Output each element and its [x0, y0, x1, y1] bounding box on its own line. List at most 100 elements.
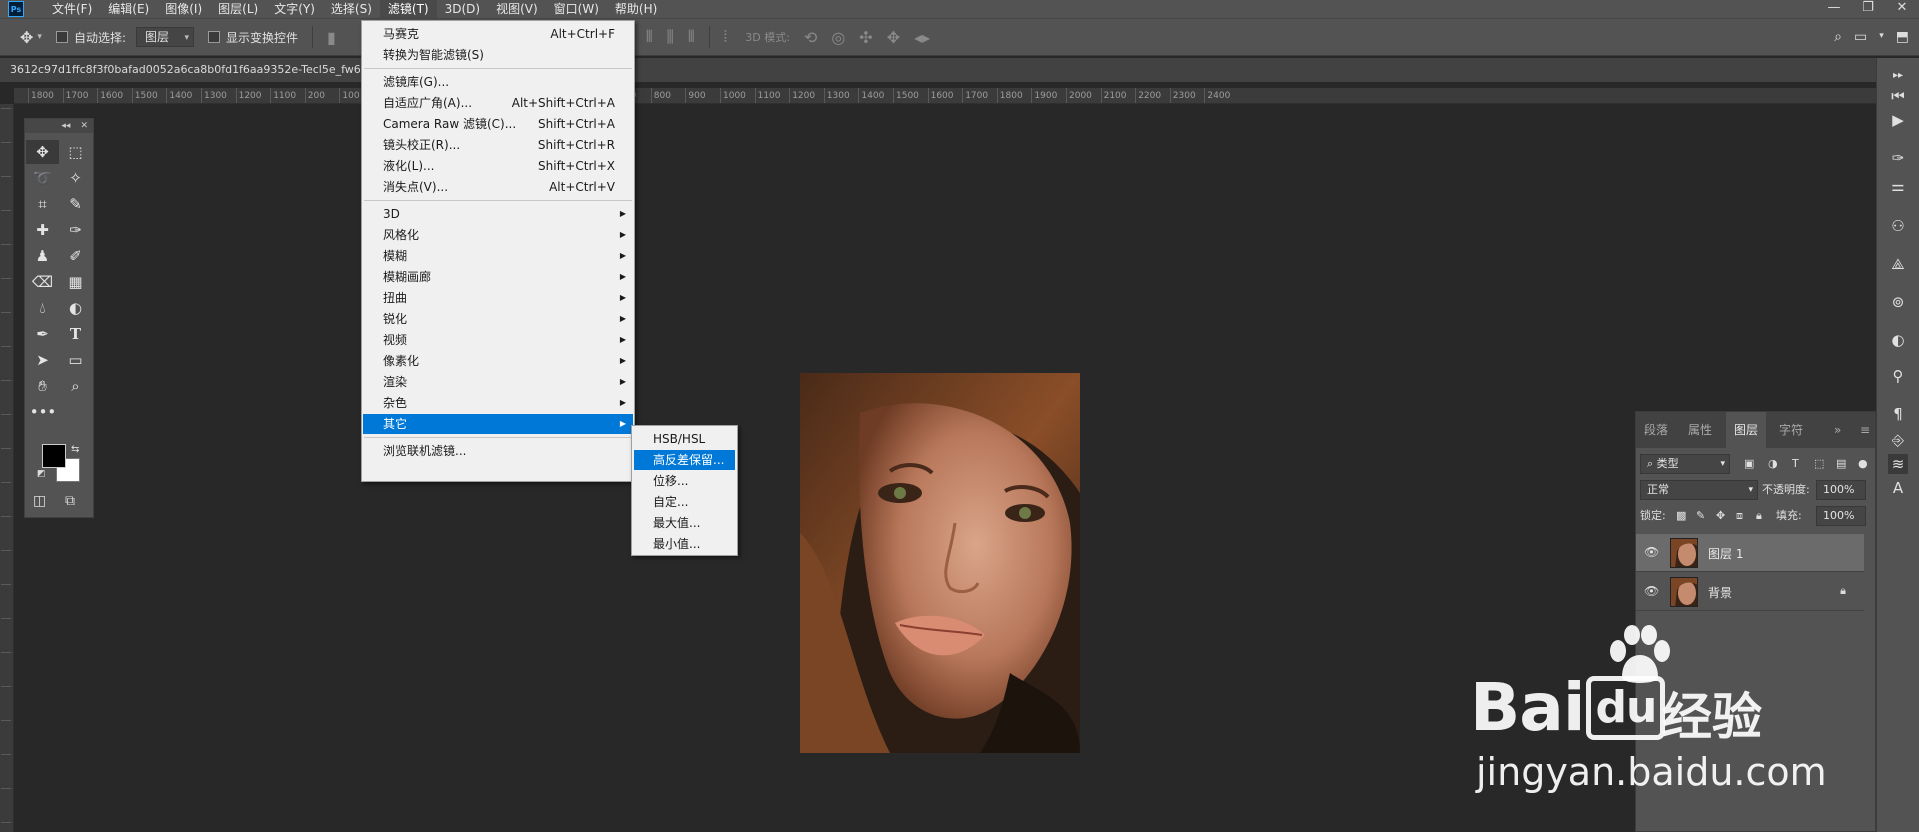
submenu-item[interactable]: 最小值... [634, 534, 735, 554]
character-icon[interactable]: A [1888, 478, 1908, 498]
3d-roll-icon[interactable]: ◎ [831, 28, 845, 47]
visibility-eye-icon[interactable]: 👁︎ [1644, 584, 1659, 598]
filter-menu-item[interactable]: 马赛克 Alt+Ctrl+F [363, 24, 633, 44]
lock-artboard-icon[interactable]: ⧈ [1736, 506, 1743, 526]
screen-mode-icon[interactable]: ⧉ [65, 493, 75, 509]
lock-pixels-icon[interactable]: ✎ [1696, 506, 1705, 526]
close-icon[interactable]: ✕ [80, 121, 88, 131]
lock-icon[interactable]: 🔒︎ [1840, 584, 1846, 598]
distribute-v-icon[interactable]: ⫴ [688, 27, 695, 47]
filter-menu-item[interactable]: 杂色 ▶ [363, 393, 633, 413]
lock-transparent-icon[interactable]: ▩ [1676, 506, 1686, 526]
filter-menu-item[interactable]: 像素化 ▶ [363, 351, 633, 371]
share-icon[interactable]: ⬒ [1896, 29, 1909, 45]
lock-all-icon[interactable]: 🔒︎ [1756, 506, 1762, 526]
crop-tool-icon[interactable]: ⌗ [26, 192, 59, 216]
filter-menu-item[interactable]: 扭曲 ▶ [363, 288, 633, 308]
tool-preset-chevron-icon[interactable]: ▾ [37, 32, 42, 42]
auto-select-dropdown[interactable]: 图层 ▾ [135, 27, 194, 47]
filter-smart-object-icon[interactable]: ▤ [1836, 454, 1846, 474]
auto-select-checkbox[interactable] [55, 31, 68, 43]
lasso-tool-icon[interactable]: ➰ [26, 166, 59, 190]
submenu-item[interactable]: 最大值... [634, 513, 735, 533]
3d-rotate-icon[interactable]: ⟲ [804, 28, 817, 47]
3d-scale-icon[interactable]: ◂▸ [914, 28, 930, 47]
workspace-icon[interactable]: ▭ [1854, 29, 1867, 45]
close-button[interactable]: ✕ [1885, 0, 1919, 18]
paths-icon[interactable]: ⟁ [1888, 254, 1908, 274]
tab-character[interactable]: 字符 [1779, 412, 1803, 448]
more-tools-icon[interactable]: ••• [26, 400, 60, 424]
filter-type-icon[interactable]: T [1792, 454, 1799, 474]
layer-kind-filter[interactable]: ⌕ 类型 ▾ [1640, 454, 1730, 474]
submenu-item[interactable]: 高反差保留... [634, 450, 735, 470]
collapse-icon[interactable]: ◂◂ [61, 121, 70, 131]
chevron-down-icon[interactable]: ▾ [1879, 29, 1884, 45]
minimize-button[interactable]: — [1817, 0, 1851, 18]
filter-menu-item[interactable]: 转换为智能滤镜(S) [363, 45, 633, 65]
channels-icon[interactable]: ⊚ [1888, 292, 1908, 312]
menu-1[interactable]: 编辑(E) [100, 0, 157, 18]
stamp-tool-icon[interactable]: ♟ [26, 244, 59, 268]
eraser-tool-icon[interactable]: ⌫ [26, 270, 59, 294]
zoom-tool-icon[interactable]: ⌕ [59, 374, 92, 398]
dodge-tool-icon[interactable]: ◐ [59, 296, 92, 320]
filter-menu-item[interactable]: 镜头校正(R)... Shift+Ctrl+R [363, 135, 633, 155]
submenu-item[interactable]: 位移... [634, 471, 735, 491]
adjustments-icon[interactable]: ⚌ [1888, 176, 1908, 196]
collapse-panels-icon[interactable]: ▸▸ [1888, 66, 1908, 86]
swap-colors-icon[interactable]: ⇆ [71, 444, 79, 455]
menu-3[interactable]: 图层(L) [210, 0, 266, 18]
layer-row[interactable]: 👁︎ 图层 1 [1636, 534, 1864, 572]
properties-icon[interactable]: ⚇ [1888, 216, 1908, 236]
history-brush-icon[interactable]: ✐ [59, 244, 92, 268]
3d-drag-icon[interactable]: ✣ [859, 28, 872, 47]
blur-tool-icon[interactable]: 💧︎ [26, 296, 59, 320]
menu-4[interactable]: 文字(Y) [266, 0, 323, 18]
color-icon[interactable]: ◐ [1888, 330, 1908, 350]
blend-mode-dropdown[interactable]: 正常 ▾ [1640, 480, 1758, 500]
layer-row[interactable]: 👁︎ 背景 🔒︎ [1636, 573, 1864, 611]
foreground-color-swatch[interactable] [42, 444, 66, 468]
filter-adjustment-icon[interactable]: ◑ [1768, 454, 1778, 474]
brush-tool-icon[interactable]: ✑ [59, 218, 92, 242]
filter-pixel-icon[interactable]: ▣ [1744, 454, 1754, 474]
3d-slide-icon[interactable]: ✥ [887, 28, 900, 47]
paragraph-icon[interactable]: ¶ [1888, 404, 1908, 424]
magic-wand-icon[interactable]: ✧ [59, 166, 92, 190]
default-colors-icon[interactable]: ◩ [37, 469, 46, 479]
canvas-image[interactable] [800, 373, 1080, 753]
photoshop-logo-icon[interactable]: Ps [8, 1, 24, 17]
distribute-h-icon[interactable]: ⫼ [667, 27, 674, 47]
filter-menu-item[interactable]: 3D ▶ [363, 204, 633, 224]
menu-2[interactable]: 图像(I) [157, 0, 210, 18]
visibility-eye-icon[interactable]: 👁︎ [1644, 545, 1659, 559]
pen-tool-icon[interactable]: ✒ [26, 322, 59, 346]
quick-mask-icon[interactable]: ◫ [33, 493, 46, 509]
filter-menu-item[interactable]: 消失点(V)... Alt+Ctrl+V [363, 177, 633, 197]
filter-menu-item[interactable]: 模糊 ▶ [363, 246, 633, 266]
glyphs-icon[interactable]: ⎆ [1888, 430, 1908, 450]
show-transform-checkbox[interactable] [207, 31, 220, 43]
filter-menu-item[interactable]: 自适应广角(A)... Alt+Shift+Ctrl+A [363, 93, 633, 113]
marquee-tool-icon[interactable]: ⬚ [59, 140, 92, 164]
filter-toggle-icon[interactable]: ● [1858, 454, 1868, 474]
tab-layers[interactable]: 图层 [1726, 412, 1767, 448]
history-icon[interactable]: ⏮ [1888, 86, 1908, 106]
tab-paragraph[interactable]: 段落 [1644, 412, 1668, 448]
filter-menu-item[interactable]: 浏览联机滤镜... [363, 441, 633, 461]
filter-menu-item[interactable]: Camera Raw 滤镜(C)... Shift+Ctrl+A [363, 114, 633, 134]
document-tab[interactable]: 3612c97d1ffc8f3f0bafad0052a6ca8b0fd1f6aa… [0, 58, 1880, 82]
lock-position-icon[interactable]: ✥ [1716, 506, 1725, 526]
menu-0[interactable]: 文件(F) [44, 0, 100, 18]
filter-shape-icon[interactable]: ⬚ [1814, 454, 1824, 474]
auto-align-icon[interactable]: ⦙ [724, 27, 728, 47]
restore-button[interactable]: ❐ [1851, 0, 1885, 18]
tools-panel-header[interactable]: ◂◂ ✕ [25, 119, 93, 133]
menu-10[interactable]: 帮助(H) [607, 0, 665, 18]
filter-menu-item[interactable]: 风格化 ▶ [363, 225, 633, 245]
menu-6[interactable]: 滤镜(T) [379, 0, 437, 18]
filter-menu-item[interactable]: 锐化 ▶ [363, 309, 633, 329]
eyedropper-icon[interactable]: ✎ [59, 192, 92, 216]
search-icon[interactable]: ⌕ [1834, 29, 1842, 45]
